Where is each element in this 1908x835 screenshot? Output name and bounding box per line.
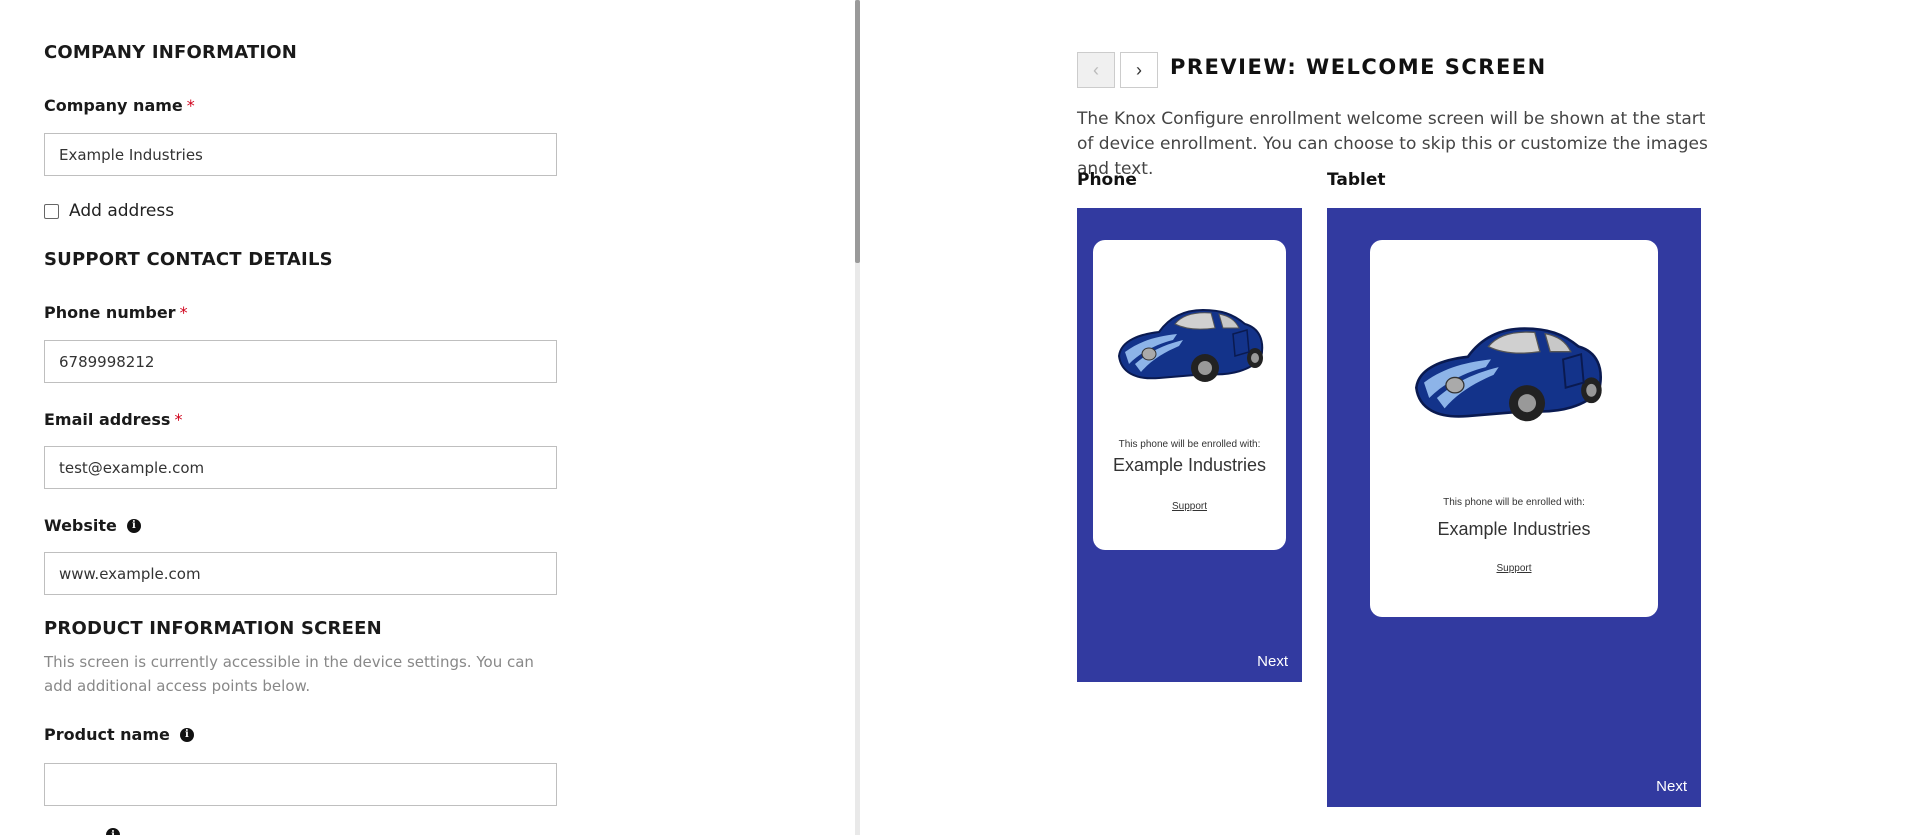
phone-support-link[interactable]: Support xyxy=(1093,501,1286,512)
car-logo-icon xyxy=(1117,308,1264,382)
settings-form-pane: COMPANY INFORMATION Company name * Exampl… xyxy=(0,0,855,835)
phone-enroll-text: This phone will be enrolled with: xyxy=(1118,439,1261,450)
tablet-support-link[interactable]: Support xyxy=(1370,563,1658,574)
add-address-checkbox[interactable] xyxy=(44,203,59,219)
preview-description: The Knox Configure enrollment welcome sc… xyxy=(1077,109,1708,179)
product-information-heading: PRODUCT INFORMATION SCREEN xyxy=(44,618,382,639)
company-information-heading: COMPANY INFORMATION xyxy=(44,42,298,63)
required-marker: * xyxy=(186,96,195,115)
phone-company-name: Example Industries xyxy=(1112,455,1267,475)
product-name-label: Product name i xyxy=(44,725,194,744)
next-field-label-cutoff: i xyxy=(44,828,120,835)
product-name-input[interactable] xyxy=(44,763,557,806)
company-name-input[interactable]: Example Industries xyxy=(44,133,557,176)
next-preview-button[interactable]: › xyxy=(1120,52,1158,88)
tablet-company-name: Example Industries xyxy=(1437,519,1591,539)
phone-number-label: Phone number * xyxy=(44,303,188,322)
add-address-label: Add address xyxy=(69,201,175,221)
required-marker: * xyxy=(179,303,188,322)
email-address-label: Email address * xyxy=(44,410,183,429)
website-label: Website i xyxy=(44,516,141,535)
phone-label: Phone xyxy=(1077,170,1137,190)
tablet-enroll-text: This phone will be enrolled with: xyxy=(1443,497,1585,508)
preview-title: PREVIEW: WELCOME SCREEN xyxy=(1170,55,1547,79)
info-icon[interactable]: i xyxy=(126,518,141,533)
phone-welcome-card: This phone will be enrolled with: Exampl… xyxy=(1093,240,1286,550)
chevron-left-icon: ‹ xyxy=(1093,59,1099,80)
add-address-option[interactable]: Add address xyxy=(44,201,174,221)
info-icon[interactable]: i xyxy=(106,828,120,835)
company-name-label: Company name * xyxy=(44,96,195,115)
support-contact-heading: SUPPORT CONTACT DETAILS xyxy=(44,249,333,270)
phone-number-input[interactable]: 6789998212 xyxy=(44,340,557,383)
tablet-label: Tablet xyxy=(1327,170,1386,190)
previous-preview-button[interactable]: ‹ xyxy=(1077,52,1115,88)
car-logo-icon xyxy=(1415,327,1602,422)
tablet-preview: This phone will be enrolled with: Exampl… xyxy=(1327,208,1701,807)
phone-next-button[interactable]: Next xyxy=(1257,653,1288,670)
phone-preview: This phone will be enrolled with: Exampl… xyxy=(1077,208,1302,682)
info-icon[interactable]: i xyxy=(179,727,194,742)
email-address-input[interactable]: test@example.com xyxy=(44,446,557,489)
preview-pane: ‹ › PREVIEW: WELCOME SCREEN The Knox Con… xyxy=(860,0,1908,835)
required-marker: * xyxy=(174,410,183,429)
chevron-right-icon: › xyxy=(1136,59,1142,80)
product-information-helper: This screen is currently accessible in t… xyxy=(44,653,534,695)
website-input[interactable]: www.example.com xyxy=(44,552,557,595)
tablet-next-button[interactable]: Next xyxy=(1656,778,1687,795)
tablet-welcome-card: This phone will be enrolled with: Exampl… xyxy=(1370,240,1658,617)
